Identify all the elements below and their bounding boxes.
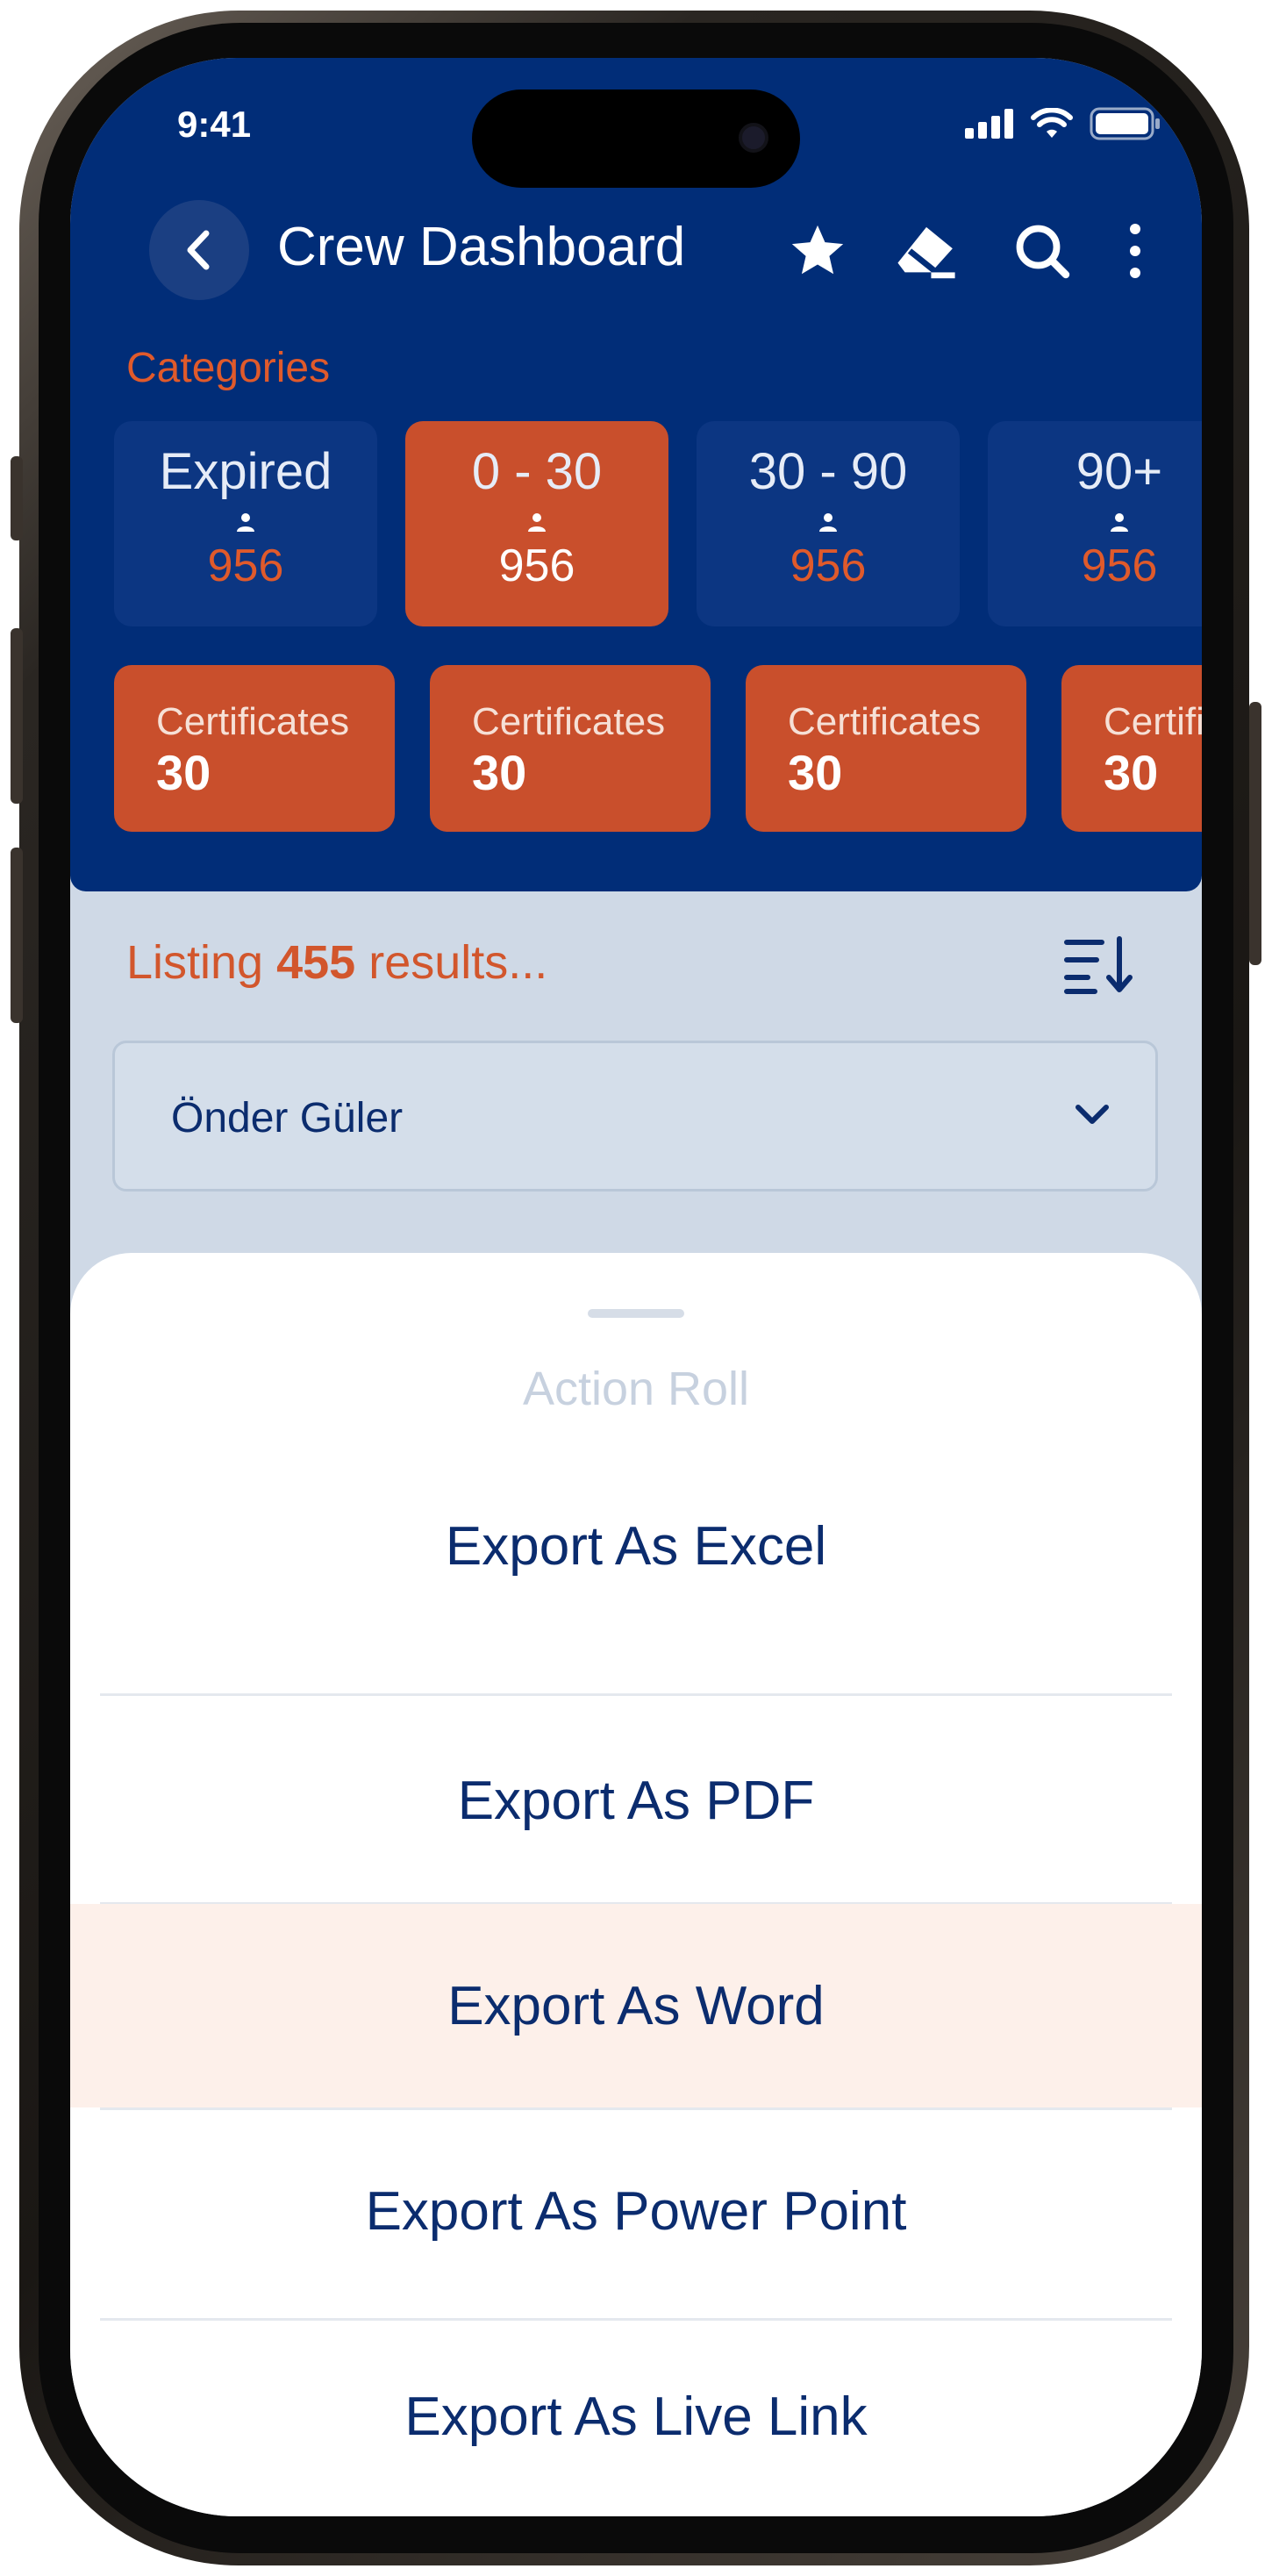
battery-icon [1090,107,1160,140]
eraser-icon [897,226,955,279]
wifi-icon [1031,108,1073,138]
certificate-label: Certificates [788,700,982,743]
category-label: 90+ [1075,443,1163,500]
certificate-card[interactable]: Certificates 30 [1061,665,1202,832]
category-label: 0 - 30 [471,443,603,500]
category-card-30-90[interactable]: 30 - 90 956 [697,421,960,626]
certificate-value: 30 [788,745,843,800]
listing-summary: Listing 455 results... [126,935,547,990]
sheet-grabber[interactable] [588,1309,684,1318]
divider [100,1693,1172,1696]
power-button [1249,702,1261,965]
status-icons [965,107,1161,140]
export-word-button[interactable]: Export As Word [70,1904,1202,2107]
volume-up-button [11,628,23,804]
category-label: Expired [159,443,332,500]
chevron-down-icon [1075,1105,1109,1124]
certificate-card[interactable]: Certificates 30 [430,665,711,832]
export-excel-button[interactable]: Export As Excel [70,1444,1202,1648]
action-sheet-title: Action Roll [522,1363,750,1415]
dynamic-island [472,89,800,188]
listing-prefix: Listing [126,936,277,989]
categories-label: Categories [126,345,331,391]
certificate-label: Certificates [472,700,666,743]
category-card-0-30[interactable]: 0 - 30 956 [405,421,668,626]
volume-down-button [11,848,23,1023]
clear-button[interactable] [893,218,960,284]
certificate-value: 30 [156,745,211,800]
chevron-left-icon [187,230,210,270]
header: 9:41 Crew Dashboard Categories Expired 9… [70,58,1202,891]
camera-icon [739,123,768,153]
more-options-button[interactable] [1102,218,1168,284]
certificate-value: 30 [472,745,527,800]
star-icon [791,225,844,275]
action-sheet: Action Roll Export As Excel Export As PD… [70,1253,1202,2516]
category-count: 956 [790,540,867,591]
person-icon [237,513,254,532]
back-button[interactable] [149,200,249,300]
export-powerpoint-button[interactable]: Export As Power Point [70,2109,1202,2313]
listing-suffix: results... [355,936,548,989]
search-button[interactable] [1009,218,1075,284]
category-label: 30 - 90 [748,443,908,500]
certificate-label: Certificates [1104,700,1202,743]
sort-icon[interactable] [1061,934,1137,998]
silent-switch [11,456,23,540]
person-icon [528,513,546,532]
certificate-card[interactable]: Certificates 30 [114,665,395,832]
export-pdf-button[interactable]: Export As PDF [70,1699,1202,1902]
page-title: Crew Dashboard [277,217,686,277]
category-count: 956 [207,540,284,591]
favorite-button[interactable] [784,218,851,284]
category-count: 956 [1081,540,1158,591]
crew-select-dropdown[interactable]: Önder Güler [112,1041,1158,1191]
person-icon [819,513,837,532]
certificate-card[interactable]: Certificates 30 [746,665,1026,832]
category-count: 956 [498,540,575,591]
category-card-expired[interactable]: Expired 956 [114,421,377,626]
certificate-label: Certificates [156,700,350,743]
export-live-link-button[interactable]: Export As Live Link [70,2315,1202,2516]
screen: 9:41 Crew Dashboard Categories Expired 9… [70,58,1202,2516]
certificate-value: 30 [1104,745,1159,800]
listing-count: 455 [276,936,356,989]
more-vertical-icon [1130,224,1140,278]
category-card-90-plus[interactable]: 90+ 956 [988,421,1202,626]
status-time: 9:41 [177,104,252,145]
cellular-signal-icon [965,109,1013,139]
dropdown-value: Önder Güler [171,1095,404,1141]
search-icon [1016,225,1070,279]
person-icon [1111,513,1128,532]
